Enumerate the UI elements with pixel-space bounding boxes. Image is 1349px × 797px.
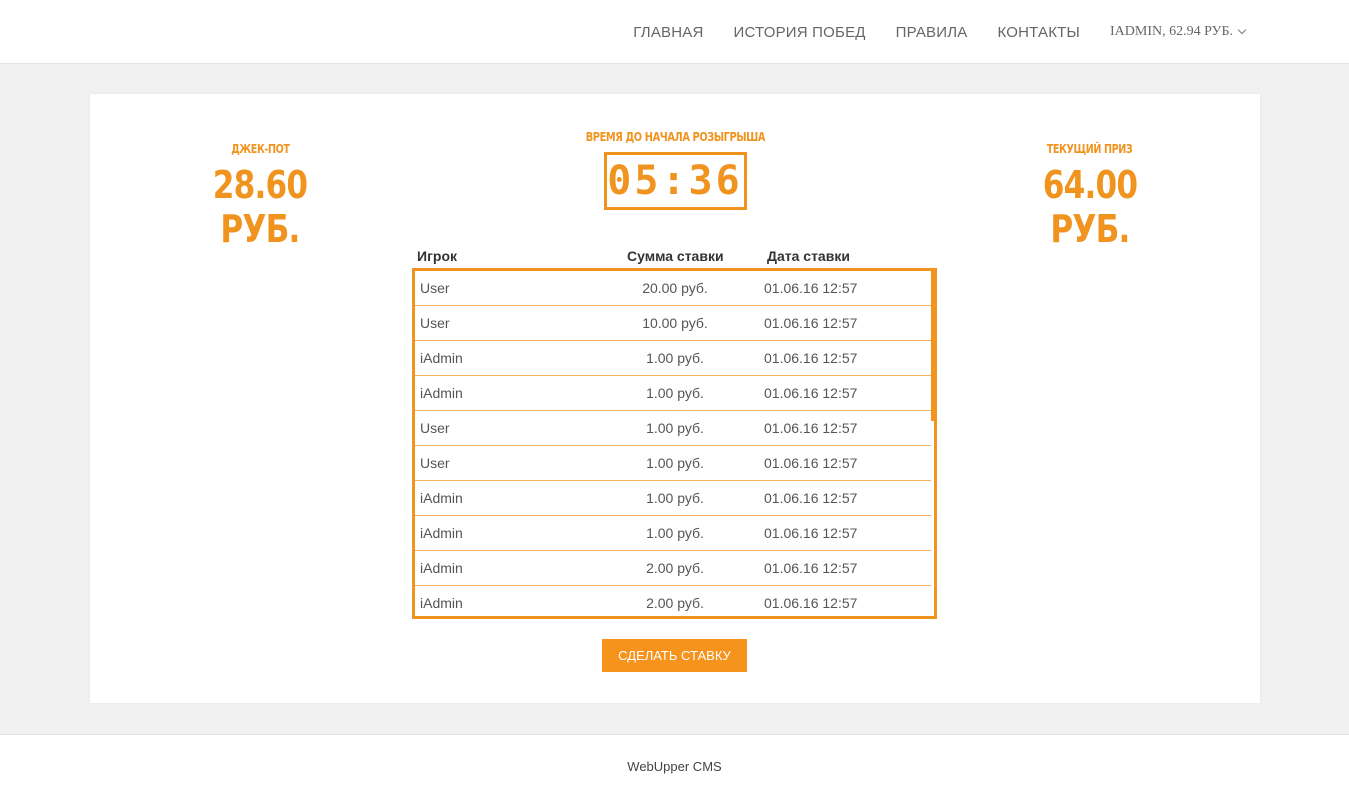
amount-cell: 2.00 руб. — [646, 595, 704, 611]
date-cell: 01.06.16 12:57 — [764, 490, 858, 506]
jackpot-value: 28.60 РУБ. — [212, 163, 308, 251]
column-header-date: Дата ставки — [767, 248, 850, 264]
player-cell: User — [420, 280, 450, 296]
chevron-down-icon — [1237, 25, 1247, 35]
table-row: iAdmin 1.00 руб. 01.06.16 12:57 — [415, 376, 931, 411]
table-row: User 1.00 руб. 01.06.16 12:57 — [415, 411, 931, 446]
user-balance-label: IADMIN, 62.94 РУБ. — [1110, 24, 1233, 39]
amount-cell: 1.00 руб. — [646, 385, 704, 401]
date-cell: 01.06.16 12:57 — [764, 455, 858, 471]
table-row: User 10.00 руб. 01.06.16 12:57 — [415, 306, 931, 341]
jackpot-block: ДЖЕК-ПОТ 28.60 РУБ. — [150, 138, 370, 251]
player-cell: iAdmin — [420, 595, 463, 611]
bets-table-body: User 20.00 руб. 01.06.16 12:57 User 10.00 ру… — [415, 271, 931, 616]
bets-table[interactable]: User 20.00 руб. 01.06.16 12:57 User 10.00 ру… — [412, 268, 937, 619]
nav-link-rules[interactable]: ПРАВИЛА — [896, 24, 968, 41]
countdown-label: ВРЕМЯ ДО НАЧАЛА РОЗЫГРЫША — [585, 130, 765, 144]
bets-table-header: Игрок Сумма ставки Дата ставки — [417, 248, 937, 268]
user-menu[interactable]: IADMIN, 62.94 РУБ. — [1110, 24, 1247, 40]
top-navbar: ГЛАВНАЯ ИСТОРИЯ ПОБЕД ПРАВИЛА КОНТАКТЫ I… — [0, 0, 1349, 64]
place-bet-button[interactable]: СДЕЛАТЬ СТАВКУ — [602, 639, 747, 672]
amount-cell: 1.00 руб. — [646, 490, 704, 506]
nav-link-win-history[interactable]: ИСТОРИЯ ПОБЕД — [734, 24, 866, 41]
column-header-amount: Сумма ставки — [627, 248, 724, 264]
date-cell: 01.06.16 12:57 — [764, 385, 858, 401]
table-row: iAdmin 1.00 руб. 01.06.16 12:57 — [415, 516, 931, 551]
jackpot-label: ДЖЕК-ПОТ — [230, 142, 290, 156]
footer: WebUpper CMS — [0, 734, 1349, 797]
amount-cell: 10.00 руб. — [642, 315, 708, 331]
amount-cell: 1.00 руб. — [646, 455, 704, 471]
lottery-card: ДЖЕК-ПОТ 28.60 РУБ. ВРЕМЯ ДО НАЧАЛА РОЗЫ… — [90, 94, 1260, 703]
nav-link-contacts[interactable]: КОНТАКТЫ — [997, 24, 1080, 41]
player-cell: iAdmin — [420, 385, 463, 401]
date-cell: 01.06.16 12:57 — [764, 525, 858, 541]
player-cell: iAdmin — [420, 560, 463, 576]
current-prize-value: 64.00 РУБ. — [1042, 163, 1138, 251]
table-row: User 20.00 руб. 01.06.16 12:57 — [415, 271, 931, 306]
table-row: iAdmin 1.00 руб. 01.06.16 12:57 — [415, 341, 931, 376]
table-row: User 1.00 руб. 01.06.16 12:57 — [415, 446, 931, 481]
player-cell: iAdmin — [420, 350, 463, 366]
table-row: iAdmin 2.00 руб. 01.06.16 12:57 — [415, 586, 931, 616]
player-cell: User — [420, 315, 450, 331]
main-nav: ГЛАВНАЯ ИСТОРИЯ ПОБЕД ПРАВИЛА КОНТАКТЫ I… — [603, 0, 1247, 64]
table-row: iAdmin 2.00 руб. 01.06.16 12:57 — [415, 551, 931, 586]
countdown-timer: 05:36 — [603, 152, 747, 210]
amount-cell: 1.00 руб. — [646, 525, 704, 541]
countdown-block: ВРЕМЯ ДО НАЧАЛА РОЗЫГРЫША 05:36 — [560, 128, 790, 210]
footer-text: WebUpper CMS — [627, 758, 722, 774]
nav-link-home[interactable]: ГЛАВНАЯ — [633, 24, 703, 41]
date-cell: 01.06.16 12:57 — [764, 420, 858, 436]
column-header-player: Игрок — [417, 248, 458, 264]
amount-cell: 1.00 руб. — [646, 420, 704, 436]
table-scrollbar[interactable] — [931, 271, 934, 421]
table-row: iAdmin 1.00 руб. 01.06.16 12:57 — [415, 481, 931, 516]
amount-cell: 2.00 руб. — [646, 560, 704, 576]
amount-cell: 1.00 руб. — [646, 350, 704, 366]
current-prize-block: ТЕКУЩИЙ ПРИЗ 64.00 РУБ. — [980, 138, 1200, 251]
date-cell: 01.06.16 12:57 — [764, 560, 858, 576]
player-cell: iAdmin — [420, 490, 463, 506]
date-cell: 01.06.16 12:57 — [764, 350, 858, 366]
player-cell: iAdmin — [420, 525, 463, 541]
player-cell: User — [420, 420, 450, 436]
date-cell: 01.06.16 12:57 — [764, 315, 858, 331]
current-prize-label: ТЕКУЩИЙ ПРИЗ — [1047, 142, 1133, 156]
date-cell: 01.06.16 12:57 — [764, 280, 858, 296]
player-cell: User — [420, 455, 450, 471]
date-cell: 01.06.16 12:57 — [764, 595, 858, 611]
amount-cell: 20.00 руб. — [642, 280, 708, 296]
